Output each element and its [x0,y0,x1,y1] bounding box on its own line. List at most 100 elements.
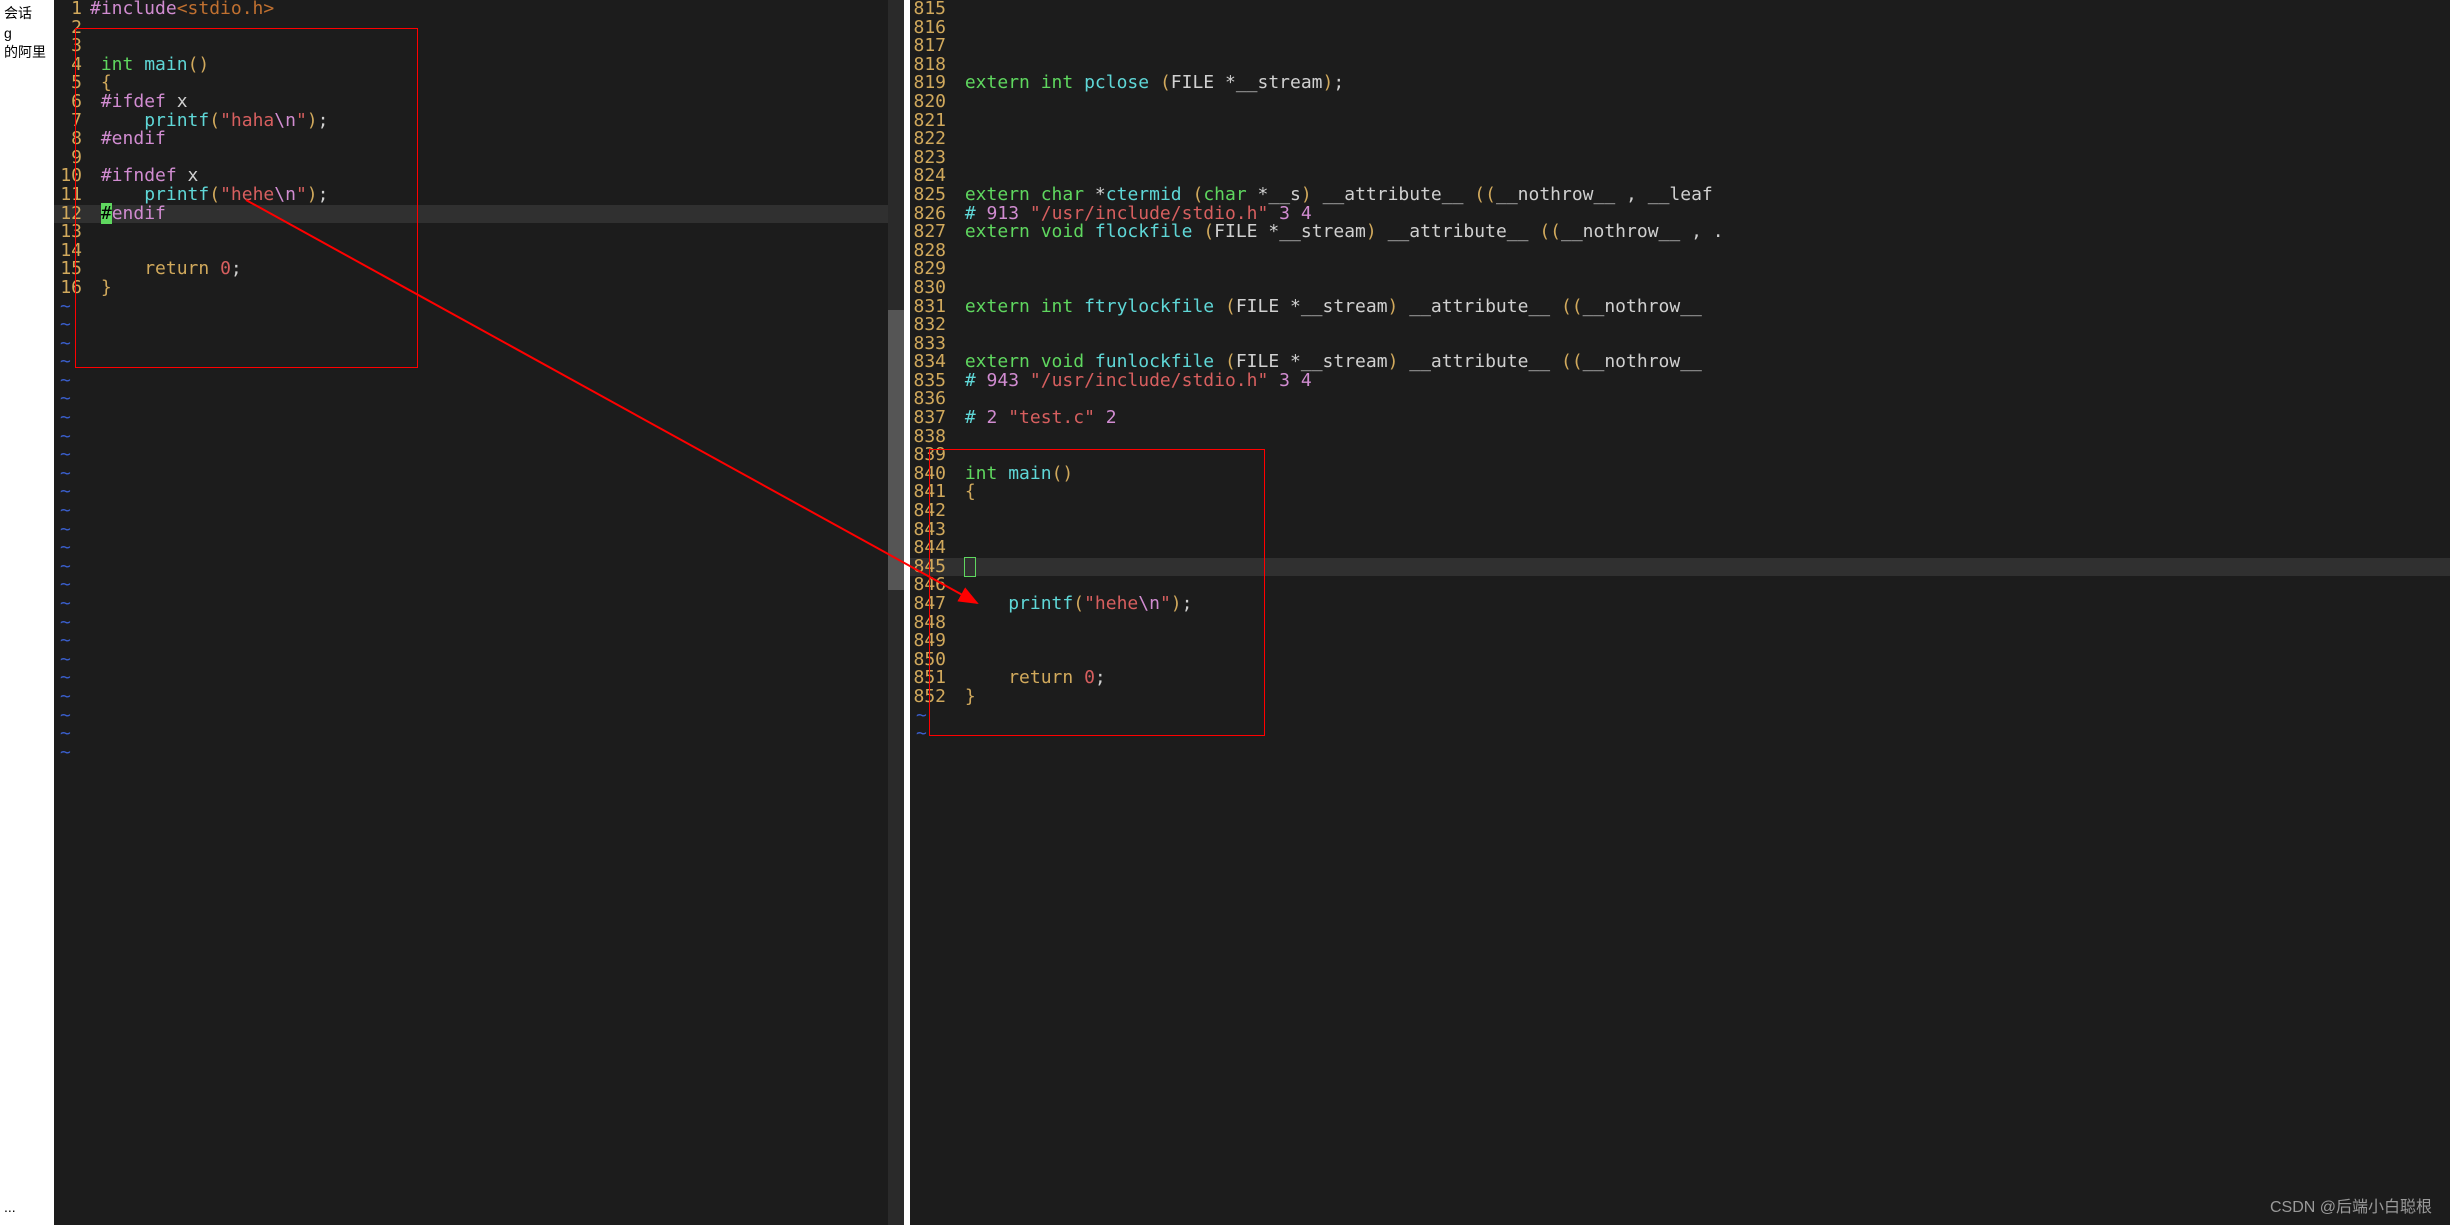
code-line[interactable]: 829 [910,260,2450,279]
line-number: 3 [54,37,90,56]
code-line[interactable]: 837 # 2 "test.c" 2 [910,409,2450,428]
code-line[interactable]: 15 return 0; [54,260,904,279]
code-text[interactable] [954,390,2450,409]
editor-pane-left[interactable]: 1#include<stdio.h>234 int main()5 {6 #if… [54,0,904,1225]
tilde-line: ~ [54,483,904,502]
code-line[interactable]: 831 extern int ftrylockfile (FILE *__str… [910,298,2450,317]
code-text[interactable]: #endif [90,205,904,224]
code-text[interactable]: int main() [90,56,904,75]
code-text[interactable]: int main() [954,465,2450,484]
tilde-line: ~ [54,428,904,447]
code-text[interactable]: } [90,279,904,298]
code-line[interactable]: 2 [54,19,904,38]
code-line[interactable]: 828 [910,242,2450,261]
code-line[interactable]: 821 [910,112,2450,131]
code-text[interactable]: printf("haha\n"); [90,112,904,131]
tilde-line: ~ [54,744,904,763]
code-text[interactable] [954,614,2450,633]
code-line[interactable]: 844 [910,539,2450,558]
code-text[interactable] [954,316,2450,335]
code-text[interactable]: #endif [90,130,904,149]
scrollbar-thumb-left[interactable] [888,310,904,590]
code-line[interactable]: 850 [910,651,2450,670]
code-line[interactable]: 847 printf("hehe\n"); [910,595,2450,614]
code-line[interactable]: 817 [910,37,2450,56]
code-line[interactable]: 849 [910,632,2450,651]
code-line[interactable]: 4 int main() [54,56,904,75]
tilde-line: ~ [910,707,2450,726]
tilde-line: ~ [54,353,904,372]
code-text[interactable] [954,149,2450,168]
code-text[interactable] [954,242,2450,261]
code-line[interactable]: 819 extern int pclose (FILE *__stream); [910,74,2450,93]
code-line[interactable]: 843 [910,521,2450,540]
strip-bottom-dots: ... [4,1199,16,1215]
code-text[interactable] [954,502,2450,521]
code-line[interactable]: 822 [910,130,2450,149]
code-line[interactable]: 7 printf("haha\n"); [54,112,904,131]
code-text[interactable]: { [90,74,904,93]
code-line[interactable]: 16 } [54,279,904,298]
line-number: 817 [910,37,954,56]
line-number: 820 [910,93,954,112]
code-line[interactable]: 11 printf("hehe\n"); [54,186,904,205]
code-text[interactable]: extern int pclose (FILE *__stream); [954,74,2450,93]
code-text[interactable] [954,558,2450,577]
code-text[interactable]: printf("hehe\n"); [90,186,904,205]
code-text[interactable] [90,37,904,56]
code-line[interactable]: 851 return 0; [910,669,2450,688]
code-text[interactable]: #include<stdio.h> [90,0,904,19]
code-line[interactable]: 848 [910,614,2450,633]
code-line[interactable]: 839 [910,446,2450,465]
line-number: 822 [910,130,954,149]
code-line[interactable]: 845 [910,558,2450,577]
scrollbar-track-left[interactable] [888,0,904,1225]
code-text[interactable]: return 0; [954,669,2450,688]
code-line[interactable]: 835 # 943 "/usr/include/stdio.h" 3 4 [910,372,2450,391]
code-line[interactable]: 13 [54,223,904,242]
code-text[interactable] [90,19,904,38]
watermark: CSDN @后端小白聪根 [2270,1193,2432,1217]
code-line[interactable]: 1#include<stdio.h> [54,0,904,19]
code-text[interactable] [90,223,904,242]
code-text[interactable] [954,93,2450,112]
code-text[interactable] [954,0,2450,19]
code-text[interactable]: printf("hehe\n"); [954,595,2450,614]
code-line[interactable]: 815 [910,0,2450,19]
code-line[interactable]: 852 } [910,688,2450,707]
left-sidebar-strip: 会话g的阿里 ... [0,0,54,1225]
code-line[interactable]: 840 int main() [910,465,2450,484]
code-text[interactable]: extern int ftrylockfile (FILE *__stream)… [954,298,2450,317]
code-text[interactable]: extern void flockfile (FILE *__stream) _… [954,223,2450,242]
code-line[interactable]: 838 [910,428,2450,447]
code-text[interactable] [954,539,2450,558]
code-text[interactable] [954,112,2450,131]
code-text[interactable] [954,632,2450,651]
code-text[interactable]: } [954,688,2450,707]
code-text[interactable] [90,149,904,168]
code-line[interactable]: 841 { [910,483,2450,502]
code-line[interactable]: 820 [910,93,2450,112]
code-text[interactable] [954,428,2450,447]
code-line[interactable]: 12 #endif [54,205,904,224]
code-text[interactable] [954,37,2450,56]
code-line[interactable]: 816 [910,19,2450,38]
code-text[interactable]: # 943 "/usr/include/stdio.h" 3 4 [954,372,2450,391]
code-text[interactable] [954,521,2450,540]
code-line[interactable]: 823 [910,149,2450,168]
code-text[interactable] [954,260,2450,279]
code-text[interactable] [954,19,2450,38]
code-line[interactable]: 832 [910,316,2450,335]
code-text[interactable] [954,446,2450,465]
editor-pane-right[interactable]: 815816817818819 extern int pclose (FILE … [910,0,2450,1225]
code-line[interactable]: 8 #endif [54,130,904,149]
code-line[interactable]: 836 [910,390,2450,409]
code-line[interactable]: 827 extern void flockfile (FILE *__strea… [910,223,2450,242]
tilde-line: ~ [54,651,904,670]
code-text[interactable] [954,130,2450,149]
code-text[interactable]: # 2 "test.c" 2 [954,409,2450,428]
code-text[interactable]: return 0; [90,260,904,279]
code-line[interactable]: 842 [910,502,2450,521]
code-text[interactable]: { [954,483,2450,502]
code-text[interactable] [954,651,2450,670]
